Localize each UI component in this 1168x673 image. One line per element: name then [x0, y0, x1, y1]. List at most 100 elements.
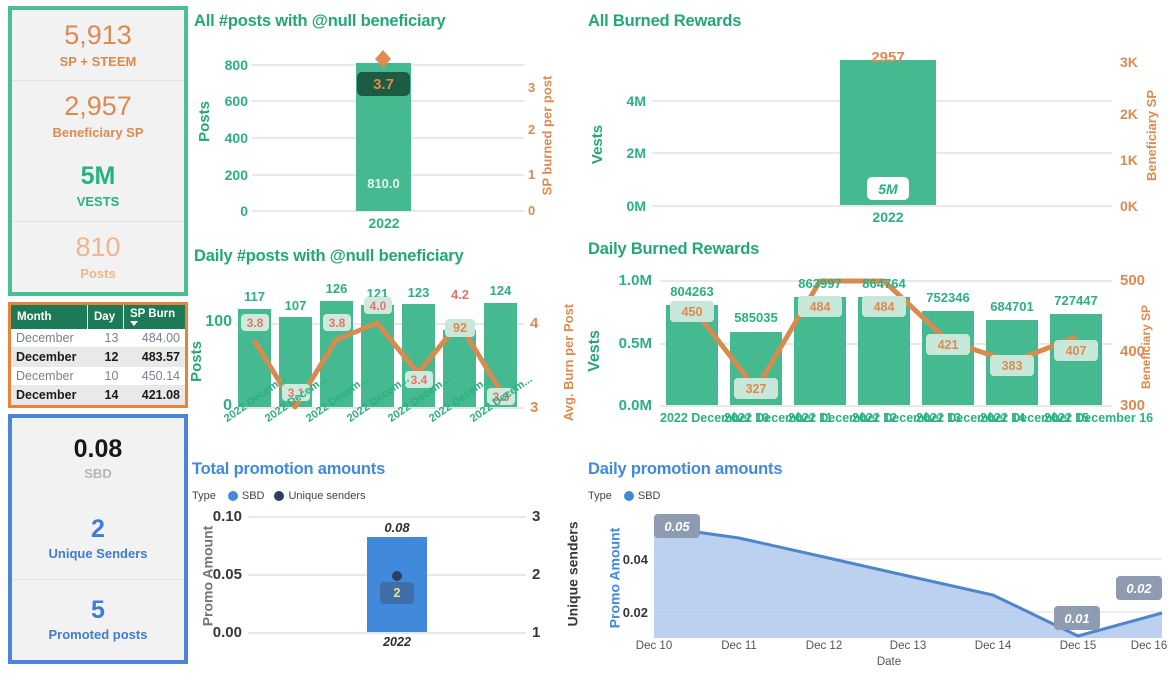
y2-axis-label: Beneficiary SP — [1144, 89, 1160, 182]
table-row[interactable]: December 12 483.57 — [11, 347, 185, 367]
kpi-value: 2,957 — [64, 91, 132, 122]
value-label-beneficiary-sp: 383 — [990, 355, 1034, 376]
cell-day: 10 — [87, 366, 124, 386]
kpi-value: 810 — [75, 232, 121, 263]
x-axis-label: Date — [876, 656, 902, 668]
kpi-value: 5 — [91, 596, 105, 625]
avg-burn-per-post-line — [251, 320, 503, 410]
y-tick: 4M — [626, 93, 646, 109]
kpi-value: 5M — [80, 162, 116, 191]
kpi-value: 5,913 — [64, 20, 132, 51]
kpi-beneficiary-sp: 2,957 Beneficiary SP — [12, 80, 184, 151]
cell-month: December — [11, 329, 88, 348]
value-label-burn-per-post: 3.7 — [357, 72, 410, 96]
dashboard-root: 5,913 SP + STEEM 2,957 Beneficiary SP 5M… — [0, 0, 1168, 673]
x-tick-label: Dec 11 — [721, 640, 757, 652]
kpi-sp-steem: 5,913 SP + STEEM — [12, 10, 184, 80]
value-label-promo-amount: 0.02 — [1116, 576, 1162, 600]
chart-daily-promotion-amounts: Daily promotion amounts Type SBD Promo A… — [586, 458, 1168, 673]
kpi-sbd: 0.08 SBD — [12, 418, 184, 498]
cell-sp-burn: 421.08 — [123, 385, 185, 405]
chart-all-posts-null-beneficiary: All #posts with @null beneficiary Posts … — [190, 8, 580, 238]
y2-tick: 0K — [1120, 198, 1138, 214]
column-header-sp-burn-label: SP Burn — [129, 308, 176, 320]
cell-month: December — [11, 347, 88, 367]
x-tick-label: Dec 16 — [1130, 640, 1168, 652]
kpi-label: Unique Senders — [48, 546, 148, 562]
x-tick-label: Dec 14 — [974, 640, 1012, 652]
cell-day: 14 — [87, 385, 124, 405]
gridline — [652, 205, 1112, 207]
value-label-vests: 5M — [867, 177, 909, 200]
table-row[interactable]: December 13 484.00 — [11, 329, 185, 348]
value-label-posts: 810.0 — [367, 176, 400, 191]
x-tick-label: 2022 December 15 — [980, 411, 1090, 425]
value-label-vests: 727447 — [1054, 293, 1098, 308]
table-row[interactable]: December 14 421.08 — [11, 385, 185, 405]
kpi-value: 0.08 — [73, 434, 123, 463]
kpi-value: 2 — [91, 514, 105, 543]
x-tick-label: 2022 December 13 — [852, 411, 962, 425]
kpi-posts: 810 Posts — [12, 221, 184, 292]
y2-tick: 3K — [1120, 54, 1138, 70]
kpi-label: Beneficiary SP — [52, 124, 144, 140]
value-label-beneficiary-sp: 2957 — [871, 49, 905, 66]
value-label-vests: 585035 — [734, 310, 778, 325]
value-label-avg-burn: 4.0 — [364, 297, 392, 314]
chart-daily-posts-null-beneficiary: Daily #posts with @null beneficiary Post… — [188, 245, 580, 460]
cell-sp-burn: 450.14 — [123, 366, 185, 386]
value-label-beneficiary-sp: 450 — [670, 301, 714, 322]
kpi-unique-senders: 2 Unique Senders — [12, 498, 184, 578]
table-row[interactable]: December 10 450.14 — [11, 366, 185, 386]
y2-tick: 1K — [1120, 152, 1138, 168]
y-tick: 0M — [626, 198, 646, 214]
cell-sp-burn: 484.00 — [123, 329, 185, 348]
cell-day: 13 — [87, 329, 124, 348]
x-tick-label: 2022 December 11 — [724, 411, 833, 425]
left-sidebar: 5,913 SP + STEEM 2,957 Beneficiary SP 5M… — [8, 6, 188, 666]
chart-all-burned-rewards: All Burned Rewards Vests 0M 2M 4M 0K 1K … — [586, 8, 1166, 238]
column-header-sp-burn[interactable]: SP Burn — [123, 305, 185, 329]
value-label-posts: 123 — [407, 285, 430, 300]
sp-burn-table-card: Month Day SP Burn December 13 484.00 Dec… — [8, 302, 188, 408]
column-header-month[interactable]: Month — [11, 305, 88, 329]
kpi-label: VESTS — [76, 193, 120, 209]
x-tick-label: 2022 December 14 — [916, 411, 1026, 425]
value-label-posts: 124 — [489, 283, 512, 298]
kpi-promoted-posts: 5 Promoted posts — [12, 578, 184, 660]
kpi-vests: 5M VESTS — [12, 151, 184, 221]
chart-total-promotion-amounts: Total promotion amounts Type SBD Unique … — [190, 458, 581, 673]
sp-burn-marker — [375, 50, 391, 68]
value-label-beneficiary-sp: 484 — [862, 296, 906, 317]
value-label-posts: 126 — [325, 281, 348, 296]
sp-burn-table: Month Day SP Burn December 13 484.00 Dec… — [11, 305, 185, 405]
value-label-avg-burn: 3.8 — [241, 314, 269, 331]
cell-month: December — [11, 385, 88, 405]
x-tick-label: 2022 December 16 — [1044, 411, 1154, 425]
value-label-posts: 92 — [445, 319, 475, 337]
value-label-vests: 864764 — [862, 276, 906, 291]
value-label-beneficiary-sp: 327 — [734, 378, 778, 399]
x-tick-label: 2022 — [368, 215, 400, 231]
y2-tick: 2K — [1120, 106, 1138, 122]
x-tick-label: 2022 — [872, 209, 904, 225]
cell-day: 12 — [87, 347, 124, 367]
kpi-label: SP + STEEM — [59, 53, 137, 69]
value-label-promo-amount: 0.05 — [654, 514, 700, 538]
value-label-posts: 117 — [244, 289, 265, 304]
value-label-posts: 107 — [284, 298, 307, 313]
table-header-row: Month Day SP Burn — [11, 305, 185, 329]
value-label-beneficiary-sp: 484 — [798, 296, 842, 317]
x-tick-label: Dec 15 — [1059, 640, 1097, 652]
cell-sp-burn: 483.57 — [123, 347, 185, 367]
kpi-card-promotion-summary: 0.08 SBD 2 Unique Senders 5 Promoted pos… — [8, 414, 188, 664]
x-tick-label: 2022 — [383, 635, 411, 649]
kpi-label: SBD — [84, 465, 112, 481]
value-label-vests: 752346 — [926, 290, 970, 305]
kpi-label: Posts — [80, 265, 116, 281]
value-label-vests: 804263 — [670, 284, 714, 299]
value-label-avg-burn: 4.2 — [450, 287, 470, 302]
value-label-vests: 863997 — [798, 276, 842, 291]
kpi-card-burn-summary: 5,913 SP + STEEM 2,957 Beneficiary SP 5M… — [8, 6, 188, 296]
column-header-day[interactable]: Day — [87, 305, 124, 329]
